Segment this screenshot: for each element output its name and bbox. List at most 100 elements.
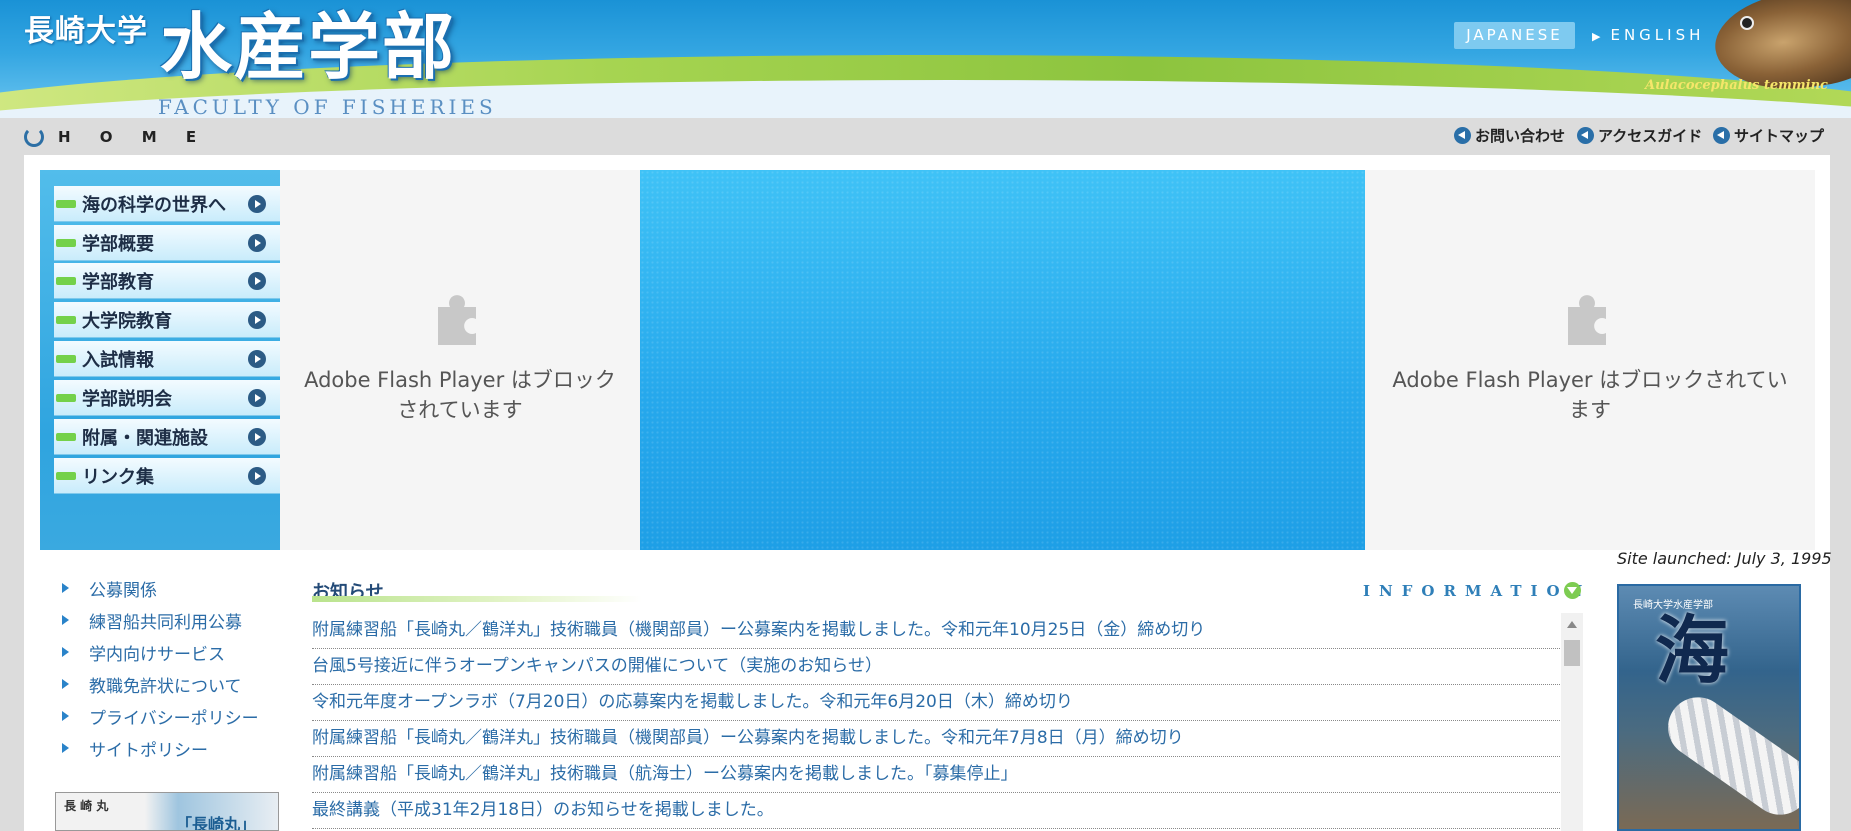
language-english-link[interactable]: ▶ ENGLISH (1592, 22, 1704, 50)
university-name[interactable]: 長崎大学 (24, 6, 148, 50)
plugin-puzzle-icon (438, 295, 476, 345)
arrow-right-circle-icon (248, 388, 266, 407)
header-banner: 長崎大学 水産学部 FACULTY OF FISHERIES JAPANESE … (0, 0, 1851, 118)
side-link-ship-shared-use[interactable]: 練習船共同利用公募 (62, 604, 259, 636)
language-japanese-button[interactable]: JAPANESE (1454, 22, 1575, 49)
menu-item-overview[interactable]: 学部概要 (54, 225, 280, 261)
magazine-cover[interactable]: 長崎大学水産学部 海 (1617, 584, 1801, 831)
news-item[interactable]: 令和元年度オープンラボ（7月20日）の応募案内を掲載しました。令和元年6月20日… (312, 685, 1562, 721)
menu-item-label: 入試情報 (82, 349, 154, 371)
side-link-recruitment[interactable]: 公募関係 (62, 572, 259, 604)
flash-blocked-message: Adobe Flash Player はブロックされています (1392, 368, 1788, 422)
contact-link[interactable]: お問い合わせ (1454, 125, 1565, 146)
menu-item-admissions[interactable]: 入試情報 (54, 341, 280, 377)
ship-banner[interactable]: 長 崎 丸 「長崎丸」 (55, 792, 279, 831)
triangle-bullet-icon (62, 711, 69, 721)
triangle-bullet-icon (62, 679, 69, 689)
menu-item-label: 海の科学の世界へ (82, 194, 226, 216)
side-link-label: 教職免許状について (89, 676, 242, 697)
side-link-label: 公募関係 (89, 580, 157, 601)
news-item[interactable]: 附属練習船「長崎丸／鶴洋丸」技術職員（航海士）ー公募案内を掲載しました。「募集停… (312, 757, 1562, 793)
menu-bullet (56, 276, 76, 285)
access-guide-label: アクセスガイド (1598, 127, 1703, 145)
ship-banner-title: 長 崎 丸 (64, 799, 109, 813)
site-launched-note: Site launched: July 3, 1995 (1617, 549, 1832, 568)
menu-item-label: 学部概要 (82, 233, 154, 255)
menu-item-ocean-science[interactable]: 海の科学の世界へ (54, 186, 280, 222)
chevron-down-circle-icon[interactable] (1564, 582, 1581, 599)
menu-bullet (56, 432, 76, 441)
flash-placeholder-left[interactable]: Adobe Flash Player はブロックされています (280, 170, 640, 550)
access-guide-link[interactable]: アクセスガイド (1577, 125, 1702, 146)
fish-eye (1740, 16, 1754, 30)
hero-banner (640, 170, 1365, 550)
news-item[interactable]: 附属練習船「長崎丸／鶴洋丸」技術職員（機関部員）ー公募案内を掲載しました。令和元… (312, 613, 1562, 649)
arrow-right-circle-icon (248, 349, 266, 368)
news-scrollbar[interactable] (1561, 613, 1583, 831)
menu-item-briefing[interactable]: 学部説明会 (54, 380, 280, 416)
menu-item-graduate[interactable]: 大学院教育 (54, 302, 280, 338)
triangle-bullet-icon (62, 615, 69, 625)
side-link-teaching-license[interactable]: 教職免許状について (62, 668, 259, 700)
home-refresh-icon (24, 127, 44, 147)
play-arrow-icon: ▶ (1592, 30, 1605, 43)
magazine-big-title: 海 (1655, 608, 1729, 694)
arrow-left-circle-icon (1454, 127, 1471, 144)
main-menu: 海の科学の世界へ 学部概要 学部教育 大学院教育 入試情報 学部説明会 附属・関… (40, 170, 280, 550)
news-item[interactable]: 台風5号接近に伴うオープンキャンパスの開催について（実施のお知らせ） (312, 649, 1562, 685)
scroll-up-arrow-icon[interactable] (1567, 621, 1577, 628)
side-link-privacy-policy[interactable]: プライバシーポリシー (62, 700, 259, 732)
news-heading-underline (312, 596, 642, 602)
sitemap-label: サイトマップ (1734, 127, 1825, 145)
side-link-label: サイトポリシー (89, 740, 208, 761)
news-item[interactable]: 附属練習船「長崎丸／鶴洋丸」技術職員（機関部員）ー公募案内を掲載しました。令和元… (312, 721, 1562, 757)
menu-item-facilities[interactable]: 附属・関連施設 (54, 419, 280, 455)
home-label: H O M E (58, 128, 209, 146)
triangle-bullet-icon (62, 583, 69, 593)
language-english-label: ENGLISH (1610, 26, 1705, 44)
ship-banner-subtitle: 「長崎丸」 (176, 815, 257, 831)
information-label: INFORMATION (1363, 582, 1592, 600)
menu-bullet (56, 315, 76, 324)
arrow-left-circle-icon (1713, 127, 1730, 144)
home-link[interactable]: H O M E (24, 126, 208, 148)
scrollbar-thumb[interactable] (1564, 640, 1580, 666)
faculty-logo[interactable]: 水産学部 (160, 2, 456, 92)
menu-bullet (56, 354, 76, 363)
menu-bullet (56, 393, 76, 402)
news-item[interactable]: 最終講義（平成31年2月18日）のお知らせを掲載しました。 (312, 793, 1562, 829)
arrow-left-circle-icon (1577, 127, 1594, 144)
fish-species-caption: Aulacocephalus temminc (1645, 78, 1828, 93)
menu-bullet (56, 199, 76, 208)
triangle-bullet-icon (62, 647, 69, 657)
flash-placeholder-right[interactable]: Adobe Flash Player はブロックされています (1365, 170, 1815, 550)
menu-item-education[interactable]: 学部教育 (54, 263, 280, 299)
side-links: 公募関係 練習船共同利用公募 学内向けサービス 教職免許状について プライバシー… (62, 572, 259, 764)
arrow-right-circle-icon (248, 310, 266, 329)
arrow-right-circle-icon (248, 466, 266, 485)
menu-item-label: 大学院教育 (82, 310, 172, 332)
contact-label: お問い合わせ (1475, 127, 1566, 145)
arrow-right-circle-icon (248, 271, 266, 290)
side-link-label: プライバシーポリシー (89, 708, 259, 729)
arrow-right-circle-icon (248, 194, 266, 213)
sitemap-link[interactable]: サイトマップ (1713, 125, 1824, 146)
menu-item-label: リンク集 (82, 466, 154, 488)
menu-item-links[interactable]: リンク集 (54, 458, 280, 494)
menu-item-label: 学部教育 (82, 271, 154, 293)
plugin-puzzle-icon (1568, 295, 1606, 345)
menu-bullet (56, 238, 76, 247)
side-link-site-policy[interactable]: サイトポリシー (62, 732, 259, 764)
flash-blocked-message: Adobe Flash Player はブロックされています (304, 368, 616, 422)
faculty-english-name: FACULTY OF FISHERIES (158, 95, 497, 118)
arrow-right-circle-icon (248, 427, 266, 446)
side-link-label: 練習船共同利用公募 (89, 612, 242, 633)
triangle-bullet-icon (62, 743, 69, 753)
side-link-internal-services[interactable]: 学内向けサービス (62, 636, 259, 668)
news-list: 附属練習船「長崎丸／鶴洋丸」技術職員（機関部員）ー公募案内を掲載しました。令和元… (312, 613, 1562, 829)
menu-item-label: 学部説明会 (82, 388, 172, 410)
side-link-label: 学内向けサービス (89, 644, 225, 665)
menu-bullet (56, 471, 76, 480)
arrow-right-circle-icon (248, 233, 266, 252)
menu-item-label: 附属・関連施設 (82, 427, 208, 449)
